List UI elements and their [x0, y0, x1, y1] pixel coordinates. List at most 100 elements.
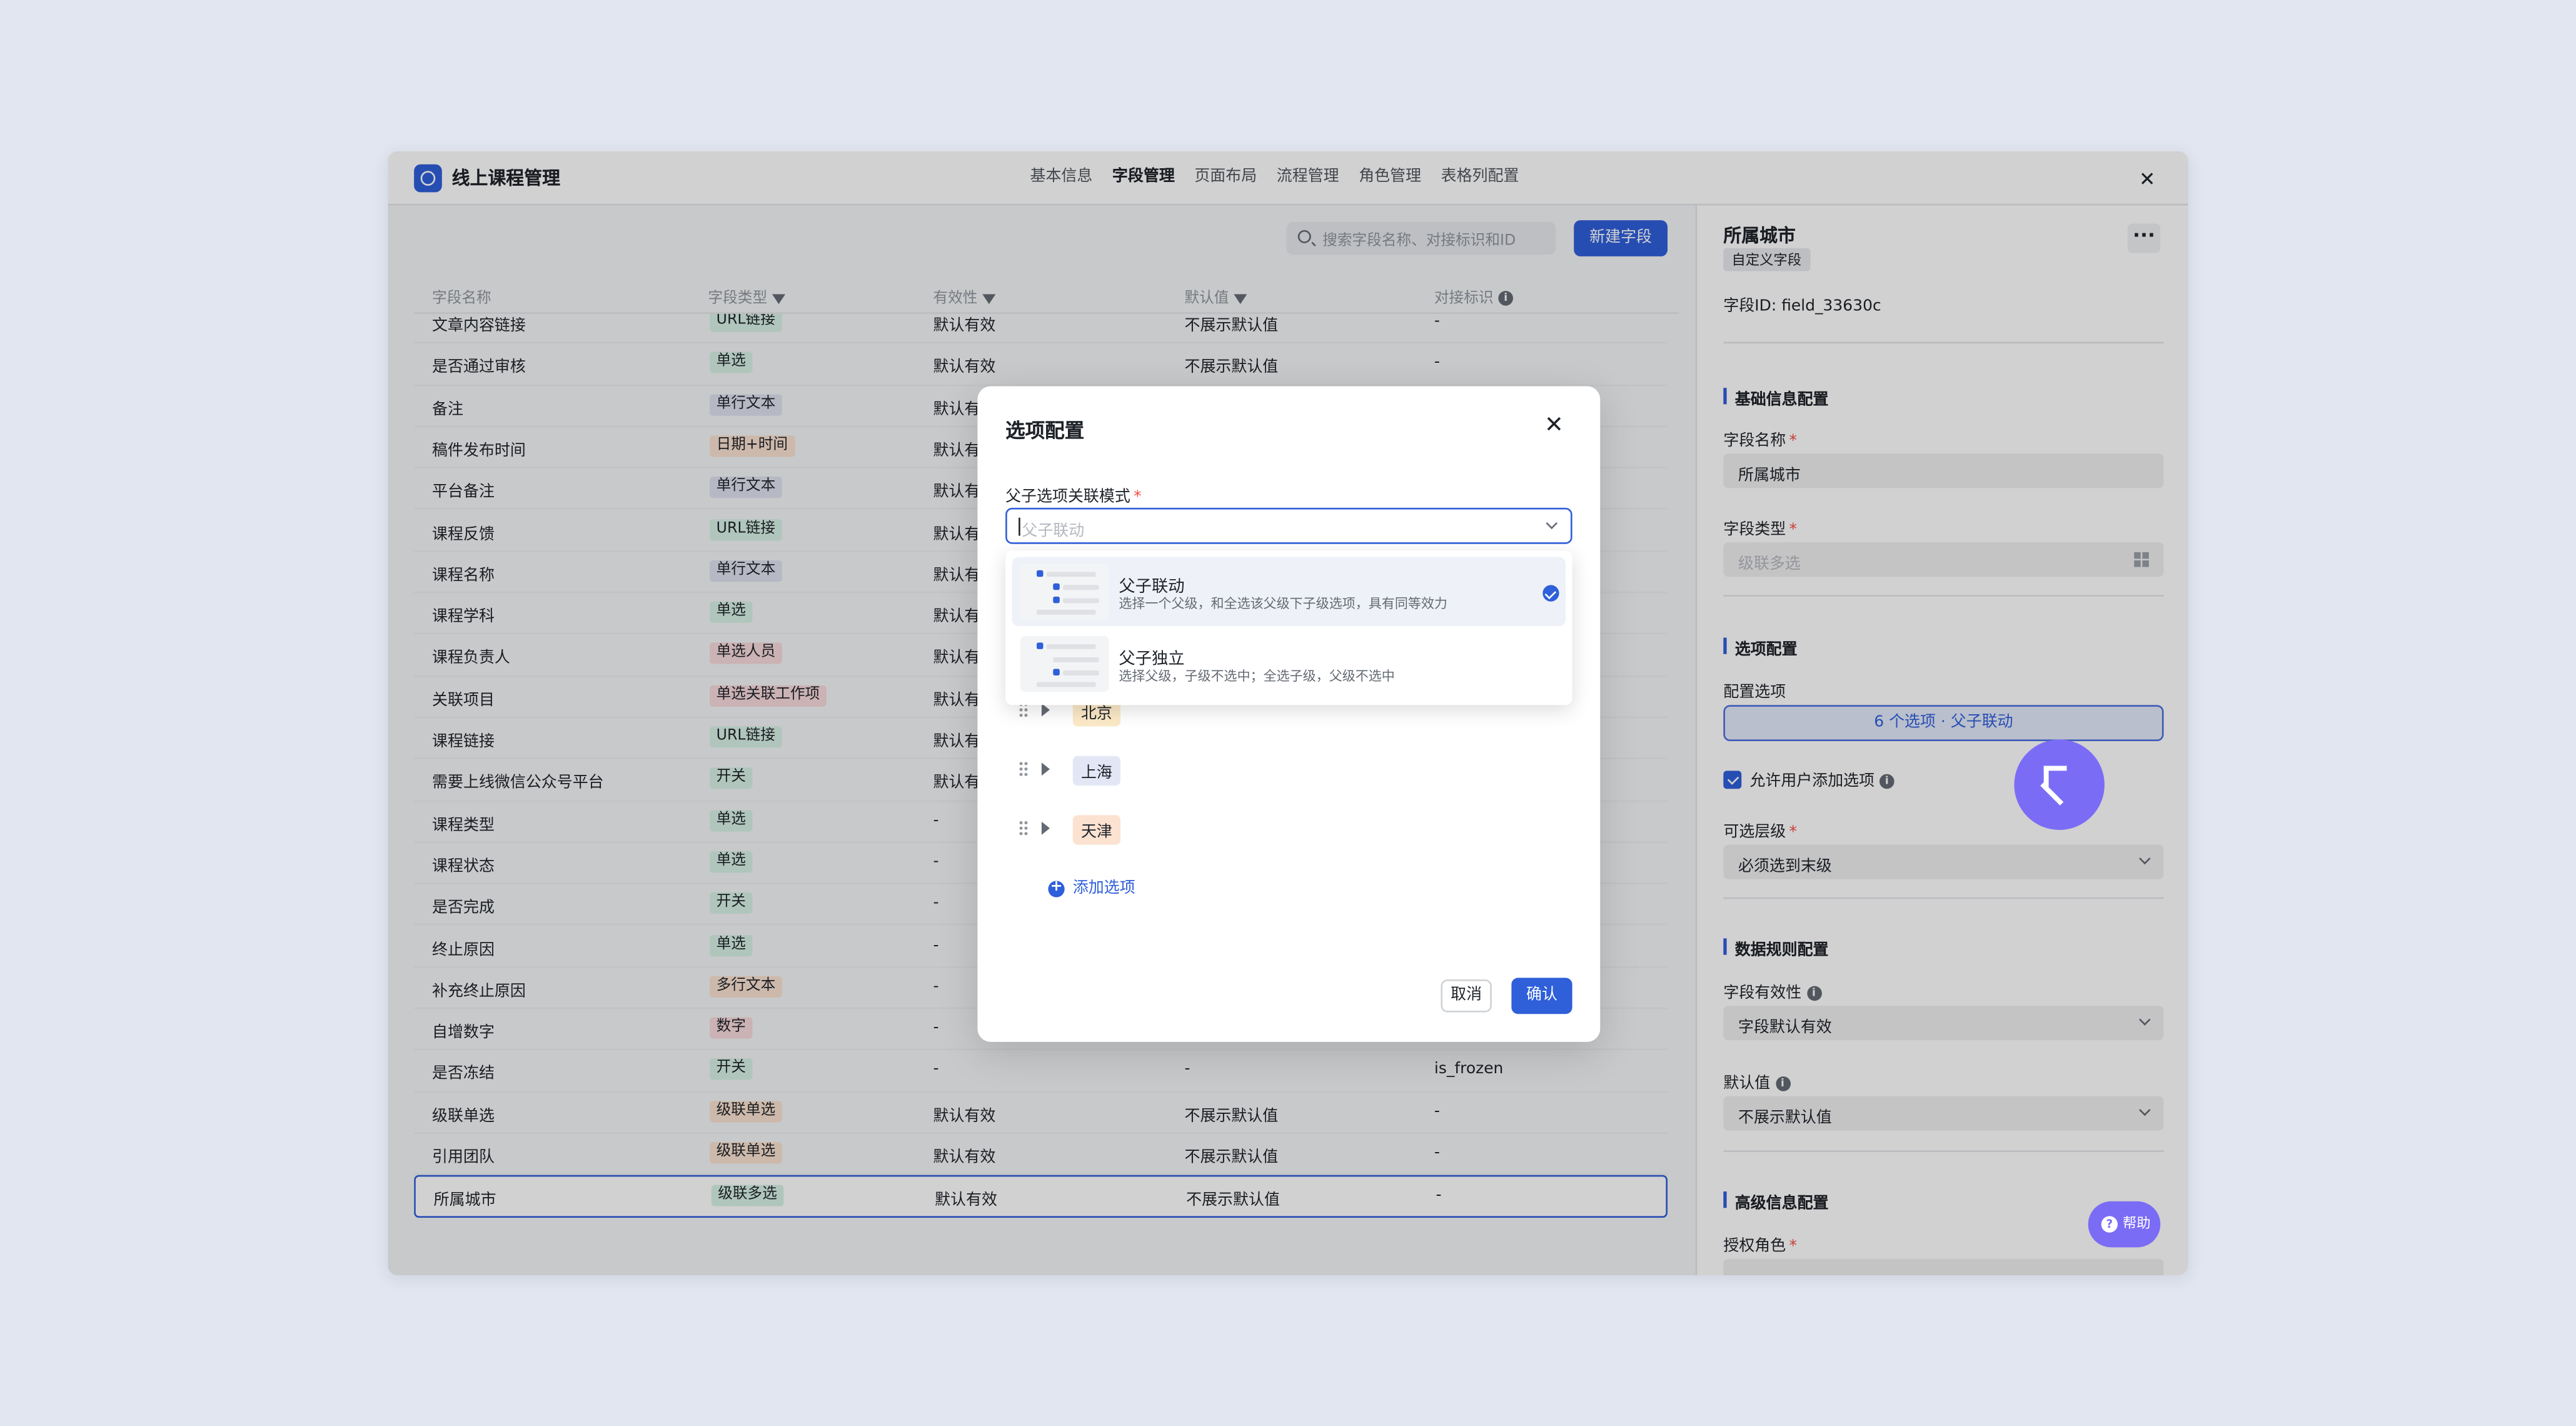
cell-default: 不展示默认值	[1184, 358, 1279, 377]
cell-validity: 默认有效	[935, 1191, 997, 1210]
allow-add-checkbox[interactable]	[1723, 771, 1742, 789]
cell-field-name: 所属城市	[433, 1191, 496, 1210]
dropdown-option-independent[interactable]: 父子独立 选择父级，子级不选中；全选子级，父级不选中	[1012, 629, 1566, 698]
cell-validity: 默认有效	[933, 1107, 996, 1126]
table-row[interactable]: 引用团队 级联单选 默认有效 不展示默认值 -	[414, 1134, 1668, 1176]
role-label: 授权角色 *	[1723, 1237, 1797, 1256]
col-header-key: 对接标识 i	[1434, 286, 1514, 307]
table-row[interactable]: 文章内容链接 URL链接 默认有效 不展示默认值 -	[414, 313, 1668, 344]
field-type-tag: 单选人员	[710, 643, 782, 665]
tab-page-layout[interactable]: 页面布局	[1185, 151, 1267, 206]
info-icon[interactable]: i	[1879, 774, 1894, 789]
field-type-tag: 级联单选	[710, 1142, 782, 1164]
tab-field-management[interactable]: 字段管理	[1102, 151, 1184, 206]
validity-select[interactable]: 字段默认有效	[1723, 1006, 2164, 1041]
divider	[1723, 341, 2164, 344]
confirm-button[interactable]: 确认	[1511, 978, 1572, 1014]
tree-option-row[interactable]: 天津	[1005, 809, 1572, 848]
cell-field-name: 需要上线微信公众号平台	[432, 774, 604, 793]
expand-icon[interactable]	[1041, 762, 1050, 776]
option-tag: 天津	[1072, 815, 1121, 845]
default-select[interactable]: 不展示默认值	[1723, 1096, 2164, 1131]
table-row[interactable]: 级联单选 级联单选 默认有效 不展示默认值 -	[414, 1093, 1668, 1135]
drag-handle-icon[interactable]	[1019, 761, 1029, 777]
col-header-validity[interactable]: 有效性	[933, 286, 996, 307]
search-placeholder: 搜索字段名称、对接标识和ID	[1322, 233, 1516, 250]
nav-tabs: 基本信息 字段管理 页面布局 流程管理 角色管理 表格列配置	[1020, 151, 1529, 206]
level-label: 可选层级 *	[1723, 823, 1797, 842]
config-options-button[interactable]: 6 个选项 · 父子联动	[1723, 705, 2164, 742]
panel-title: 所属城市	[1723, 225, 1796, 247]
window-close-icon[interactable]: ✕	[2133, 164, 2162, 194]
cell-key: -	[1434, 1102, 1440, 1121]
level-select[interactable]: 必须选到末级	[1723, 844, 2164, 879]
field-type-label: 字段类型 *	[1723, 520, 1797, 539]
info-icon[interactable]: i	[1775, 1076, 1790, 1091]
custom-field-badge: 自定义字段	[1723, 248, 1810, 271]
info-icon[interactable]: i	[1498, 291, 1514, 306]
cancel-button[interactable]: 取消	[1441, 979, 1492, 1013]
top-bar: 线上课程管理 基本信息 字段管理 页面布局 流程管理 角色管理 表格列配置 ✕	[388, 151, 2188, 206]
mode-label: 父子选项关联模式 *	[1005, 488, 1142, 507]
new-field-button[interactable]: 新建字段	[1574, 220, 1668, 256]
cell-field-name: 课程状态	[432, 857, 495, 876]
cell-validity: 默认有效	[933, 1148, 996, 1167]
modal-close-icon[interactable]: ✕	[1544, 413, 1564, 439]
field-type-tag: 多行文本	[710, 976, 782, 998]
cell-field-name: 平台备注	[432, 483, 495, 502]
option-config-modal: 选项配置 ✕ 父子选项关联模式 * 父子联动 北京 上海 天津 + 添加选项 父…	[977, 386, 1601, 1042]
tab-basic-info[interactable]: 基本信息	[1020, 151, 1102, 206]
info-icon[interactable]: i	[1806, 986, 1821, 1001]
chevron-down-icon	[2139, 1104, 2151, 1116]
more-icon[interactable]: ···	[2127, 223, 2161, 253]
field-type-tag: 级联单选	[710, 1100, 782, 1122]
filter-icon[interactable]	[1234, 293, 1247, 303]
cell-validity: -	[933, 1060, 939, 1079]
field-type-tag: 单行文本	[710, 477, 782, 498]
field-type-tag: 开关	[710, 1059, 753, 1081]
table-row[interactable]: 是否冻结 开关 - - is_frozen	[414, 1051, 1668, 1093]
config-options-label: 配置选项	[1723, 684, 1786, 702]
col-header-type[interactable]: 字段类型	[708, 286, 786, 307]
app-title: 线上课程管理	[451, 168, 561, 190]
role-input[interactable]	[1723, 1258, 2164, 1276]
cell-field-name: 是否完成	[432, 899, 495, 918]
cell-field-name: 自增数字	[432, 1024, 495, 1043]
field-name-label: 字段名称 *	[1723, 432, 1797, 450]
mode-dropdown: 父子联动 选择一个父级，和全选该父级下子级选项，具有同等效力 父子独立 选择父级…	[1005, 550, 1572, 705]
col-header-default[interactable]: 默认值	[1184, 286, 1247, 307]
table-header: 字段名称 字段类型 有效性 默认值 对接标识 i	[414, 278, 1679, 314]
cell-validity: 默认有	[933, 400, 980, 418]
help-button[interactable]: ? 帮助	[2088, 1201, 2161, 1248]
cursor-pointer-icon	[2014, 739, 2105, 830]
cell-key: -	[1434, 313, 1440, 331]
cell-field-name: 终止原因	[432, 941, 495, 959]
filter-icon[interactable]	[982, 293, 996, 303]
expand-icon[interactable]	[1041, 703, 1050, 717]
dropdown-option-linked[interactable]: 父子联动 选择一个父级，和全选该父级下子级选项，具有同等效力	[1012, 557, 1566, 627]
field-type-tag: 单选关联工作项	[710, 684, 827, 707]
table-row[interactable]: 是否通过审核 单选 默认有效 不展示默认值 -	[414, 344, 1668, 386]
tab-table-columns[interactable]: 表格列配置	[1431, 151, 1529, 206]
cell-field-name: 稿件发布时间	[432, 442, 526, 460]
cell-validity: 默认有	[933, 483, 980, 502]
table-row[interactable]: 所属城市 级联多选 默认有效 不展示默认值 -	[414, 1175, 1668, 1217]
tab-workflow[interactable]: 流程管理	[1267, 151, 1349, 206]
search-input[interactable]: 搜索字段名称、对接标识和ID	[1286, 221, 1556, 255]
cell-key: -	[1434, 353, 1440, 372]
cell-field-name: 引用团队	[432, 1148, 495, 1167]
mode-placeholder: 父子联动	[1022, 522, 1085, 541]
field-type-tag: URL链接	[710, 518, 782, 540]
field-name-input[interactable]: 所属城市	[1723, 453, 2164, 488]
mode-select[interactable]: 父子联动	[1005, 507, 1572, 544]
field-type-tag: 开关	[710, 893, 753, 914]
field-type-tag: URL链接	[710, 726, 782, 748]
tree-option-row[interactable]: 上海	[1005, 749, 1572, 789]
tab-roles[interactable]: 角色管理	[1349, 151, 1431, 206]
add-option-button[interactable]: + 添加选项	[1048, 874, 1135, 898]
filter-icon[interactable]	[772, 293, 786, 303]
option-name: 父子独立	[1119, 650, 1185, 669]
expand-icon[interactable]	[1041, 821, 1050, 835]
drag-handle-icon[interactable]	[1019, 820, 1029, 837]
search-icon	[1297, 230, 1311, 243]
